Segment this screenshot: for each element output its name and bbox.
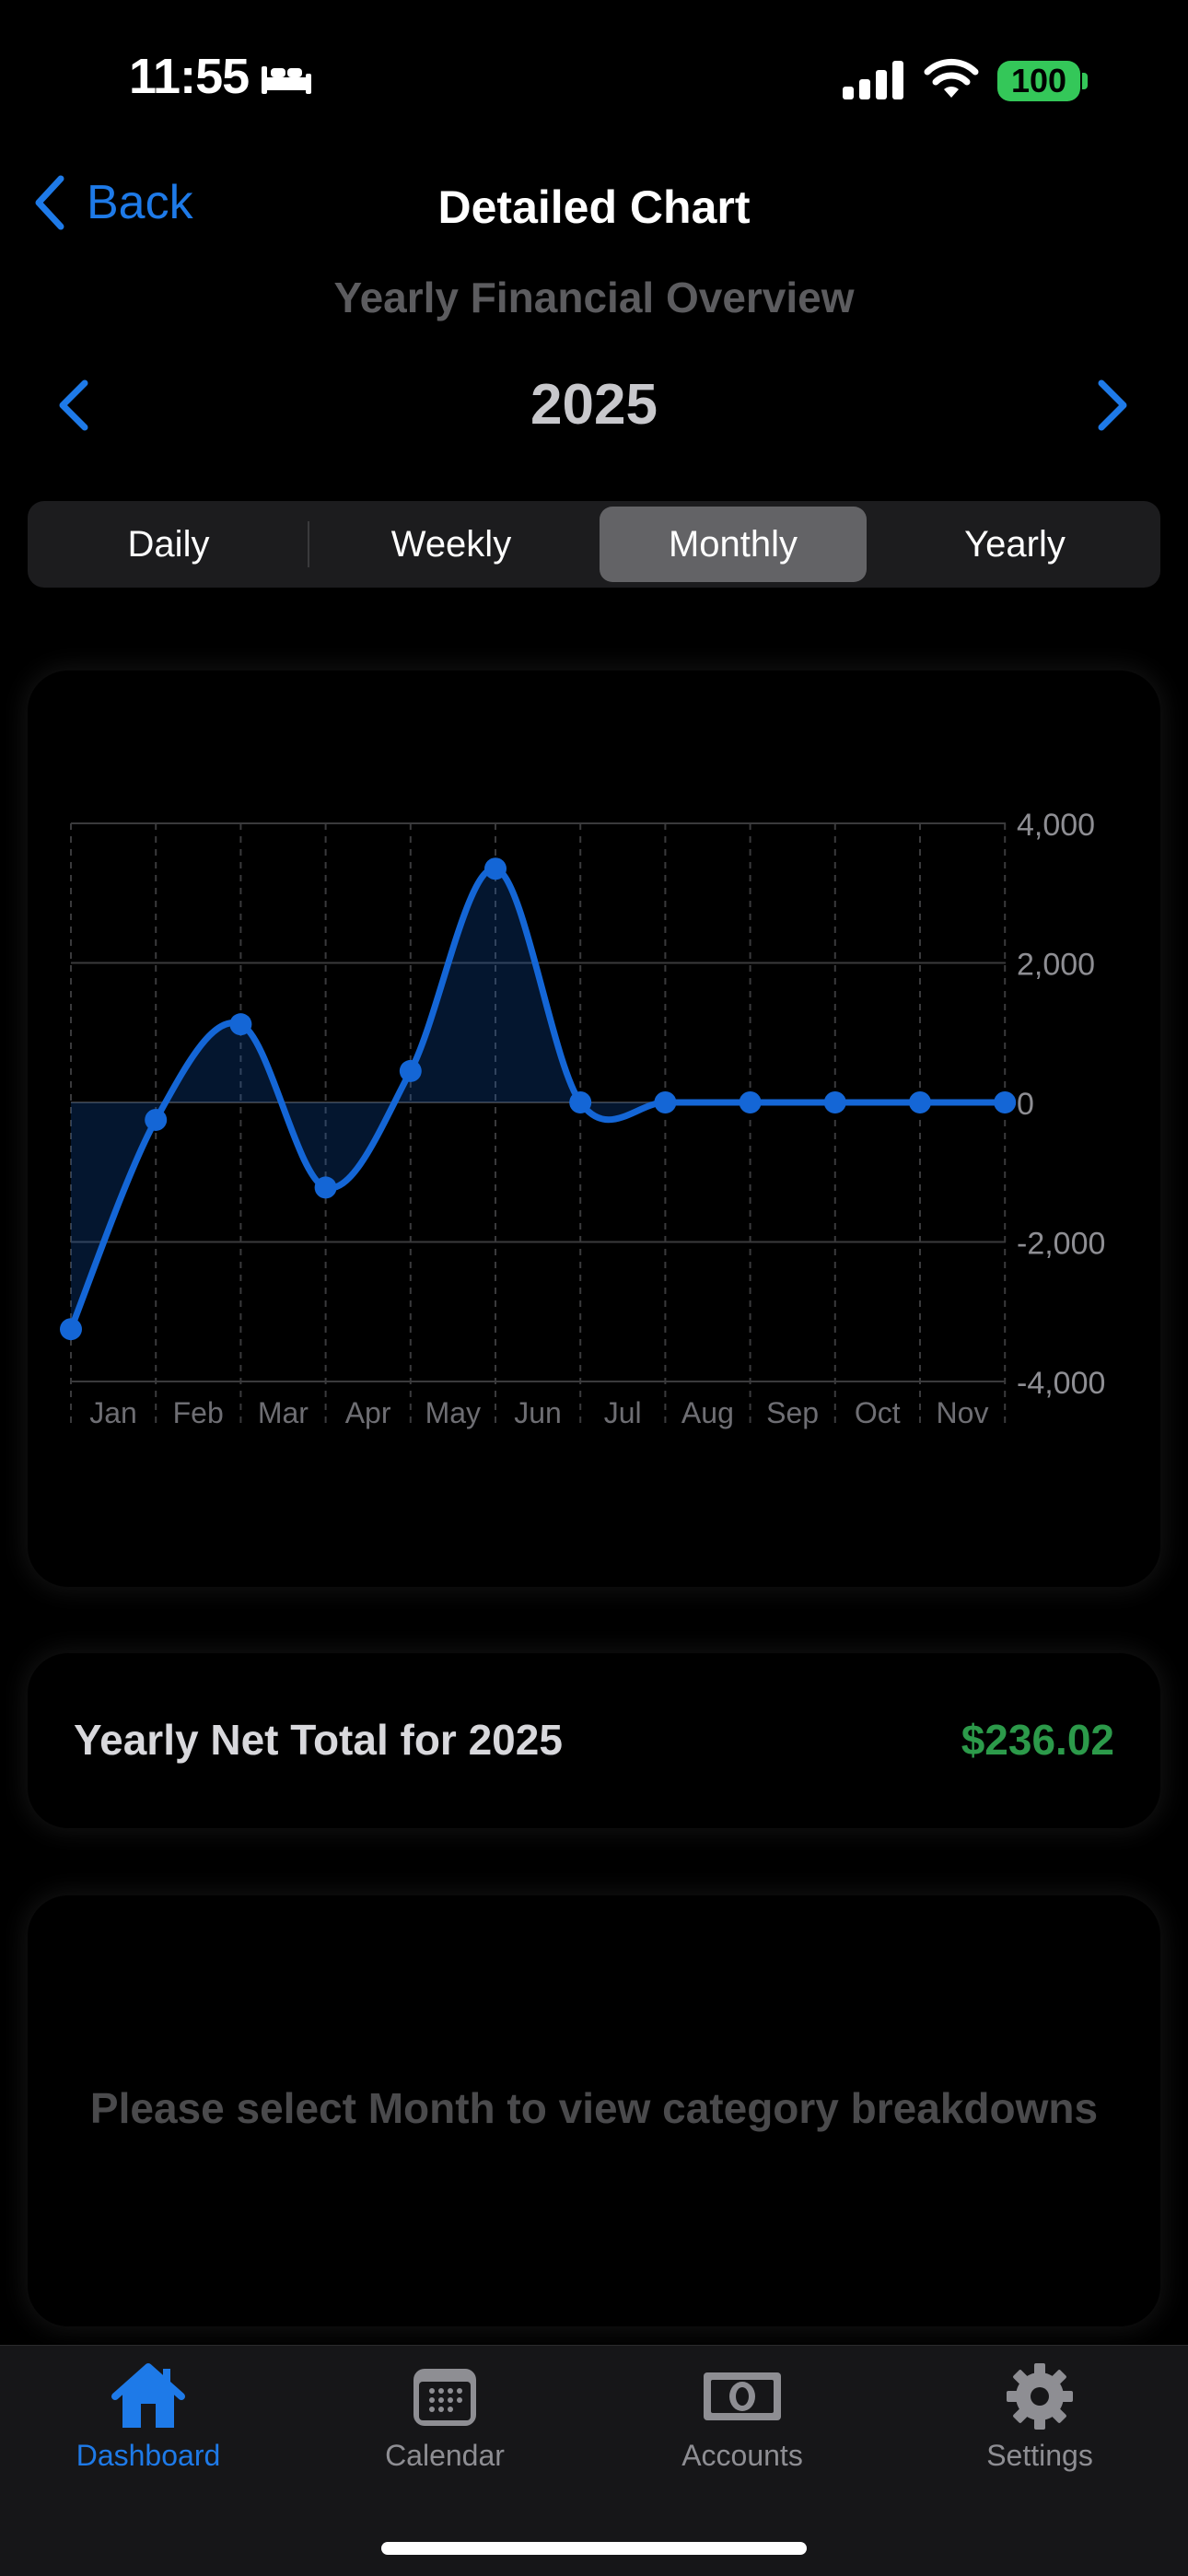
x-tick-label: Oct: [855, 1396, 901, 1429]
x-tick-label: Sep: [766, 1396, 819, 1429]
data-point: [229, 1013, 252, 1036]
data-point: [994, 1091, 1017, 1113]
data-point: [739, 1091, 762, 1113]
tab-settings[interactable]: Settings: [925, 2361, 1155, 2473]
breakdown-placeholder-message: Please select Month to view category bre…: [89, 2084, 1099, 2132]
y-tick-label: -4,000: [1017, 1366, 1105, 1401]
house-icon: [111, 2363, 185, 2428]
data-point: [145, 1108, 168, 1131]
yearly-total-value: $236.02: [961, 1716, 1114, 1764]
banknote-icon: [704, 2372, 781, 2420]
x-tick-label: Apr: [345, 1396, 391, 1429]
area-fill: [71, 868, 1006, 1330]
y-tick-label: 0: [1017, 1087, 1034, 1122]
x-tick-label: May: [425, 1396, 481, 1429]
data-point: [314, 1176, 337, 1199]
x-tick-label: Jul: [604, 1396, 642, 1429]
y-tick-label: -2,000: [1017, 1227, 1105, 1262]
tab-label-accounts: Accounts: [681, 2439, 803, 2472]
x-tick-label: Nov: [937, 1396, 989, 1429]
tab-label-calendar: Calendar: [385, 2439, 505, 2472]
gear-icon: [1007, 2363, 1073, 2430]
x-tick-label: Jan: [89, 1396, 137, 1429]
data-point: [823, 1091, 846, 1113]
tab-dashboard[interactable]: Dashboard: [33, 2361, 263, 2473]
x-tick-label: Mar: [258, 1396, 309, 1429]
yearly-total-label: Yearly Net Total for 2025: [74, 1716, 563, 1764]
monthly-net-chart[interactable]: 4,000 2,000 0 -2,000 -4,000 Jan Feb Mar Apr May Ju…: [0, 0, 1188, 1474]
y-tick-label: 4,000: [1017, 808, 1095, 843]
data-point: [909, 1091, 931, 1113]
x-tick-label: Jun: [514, 1396, 562, 1429]
home-indicator: [381, 2542, 807, 2555]
data-point: [399, 1059, 422, 1082]
data-point: [60, 1318, 82, 1341]
calendar-icon: [413, 2369, 476, 2426]
y-tick-label: 2,000: [1017, 948, 1095, 983]
tab-label-dashboard: Dashboard: [76, 2439, 221, 2472]
tab-accounts[interactable]: Accounts: [627, 2361, 857, 2473]
data-point: [569, 1091, 592, 1113]
x-tick-label: Aug: [681, 1396, 734, 1429]
data-point: [484, 857, 507, 880]
tab-calendar[interactable]: Calendar: [330, 2361, 560, 2473]
x-tick-label: Feb: [173, 1396, 224, 1429]
data-point: [654, 1091, 677, 1113]
tab-label-settings: Settings: [986, 2439, 1093, 2472]
